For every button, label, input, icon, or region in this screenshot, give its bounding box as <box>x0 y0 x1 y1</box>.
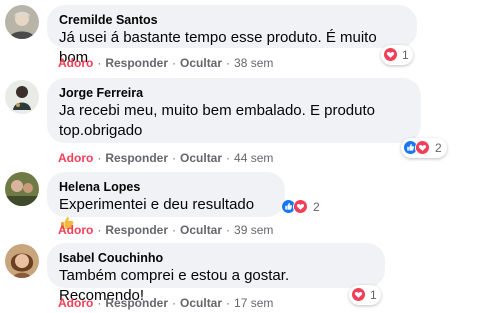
hide-button[interactable]: Ocultar <box>180 151 222 165</box>
love-button[interactable]: Adoro <box>58 151 93 165</box>
commenter-name[interactable]: Isabel Couchinho <box>59 250 373 266</box>
reply-button[interactable]: Responder <box>105 56 168 70</box>
love-reaction-icon <box>351 287 366 303</box>
commenter-name[interactable]: Cremilde Santos <box>59 12 405 28</box>
reply-button[interactable]: Responder <box>105 296 168 310</box>
reactions-summary[interactable]: 1 <box>349 285 381 305</box>
commenter-name[interactable]: Jorge Ferreira <box>59 85 409 101</box>
reply-button[interactable]: Responder <box>105 223 168 237</box>
comment-bubble: Cremilde Santos Já usei á bastante tempo… <box>47 5 417 66</box>
comment-text-line: top.obrigado <box>59 122 143 139</box>
comment-actions: Adoro · Responder · Ocultar · 38 sem <box>58 56 274 70</box>
avatar[interactable] <box>5 5 39 39</box>
avatar[interactable] <box>5 244 39 278</box>
reaction-count: 1 <box>402 48 409 62</box>
reaction-count: 1 <box>370 288 377 302</box>
love-button[interactable]: Adoro <box>58 56 93 70</box>
reaction-count: 2 <box>313 200 320 214</box>
comment-actions: Adoro · Responder · Ocultar · 44 sem <box>58 151 274 165</box>
timestamp[interactable]: 17 sem <box>234 296 273 310</box>
comment-bubble: Helena Lopes Experimentei e deu resultad… <box>47 172 285 229</box>
timestamp[interactable]: 38 sem <box>234 56 273 70</box>
avatar[interactable] <box>5 80 39 114</box>
timestamp[interactable]: 39 sem <box>234 223 273 237</box>
comment-bubble: Isabel Couchinho Também comprei e estou … <box>47 243 385 304</box>
avatar[interactable] <box>5 172 39 206</box>
love-button[interactable]: Adoro <box>58 223 93 237</box>
reaction-count: 2 <box>435 141 442 155</box>
comment-bubble: Jorge Ferreira Ja recebi meu, muito bem … <box>47 78 421 143</box>
love-button[interactable]: Adoro <box>58 296 93 310</box>
hide-button[interactable]: Ocultar <box>180 296 222 310</box>
reactions-summary[interactable]: 2 <box>401 138 447 158</box>
reactions-summary[interactable]: 1 <box>381 45 413 65</box>
hide-button[interactable]: Ocultar <box>180 223 222 237</box>
timestamp[interactable]: 44 sem <box>234 151 273 165</box>
hide-button[interactable]: Ocultar <box>180 56 222 70</box>
love-reaction-icon <box>415 140 431 156</box>
love-reaction-icon <box>293 199 309 215</box>
reply-button[interactable]: Responder <box>105 151 168 165</box>
reactions-summary[interactable]: 2 <box>279 197 325 217</box>
comment-text-line: Ja recebi meu, muito bem embalado. E pro… <box>59 102 376 119</box>
commenter-name[interactable]: Helena Lopes <box>59 179 273 195</box>
comment-actions: Adoro · Responder · Ocultar · 39 sem <box>58 223 274 237</box>
love-reaction-icon <box>383 47 398 63</box>
comment-actions: Adoro · Responder · Ocultar · 17 sem <box>58 296 274 310</box>
